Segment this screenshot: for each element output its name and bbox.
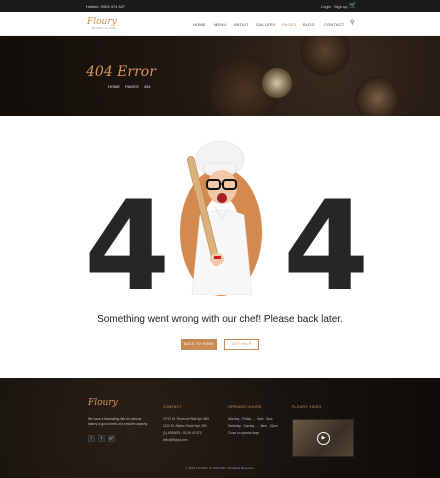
footer-contact-line: 37/13 St. Revenue Wall Apt. 883 bbox=[163, 417, 209, 421]
nav-item-pages[interactable]: PAGES bbox=[282, 22, 297, 27]
get-help-button[interactable]: GET HELP bbox=[224, 339, 259, 350]
footer-contact-line: (1) 4390675 - 90 59 43 573 bbox=[163, 431, 202, 435]
page-header-banner: 404 Error HOME PAGES 404 bbox=[0, 36, 440, 116]
decor-bowl bbox=[300, 36, 350, 76]
footer-contact-line: 1120 St. Statue Grace Apt. 990 bbox=[163, 424, 207, 428]
nav-item-gallery[interactable]: GALLERY bbox=[256, 22, 276, 27]
footer-video-thumbnail[interactable]: ▶ bbox=[292, 419, 354, 457]
site-logo[interactable]: Floury bbox=[87, 17, 117, 27]
error-digit-left: 4 bbox=[84, 175, 170, 319]
search-icon[interactable]: ⚲ bbox=[350, 19, 354, 26]
nav-item-blog[interactable]: BLOG bbox=[303, 22, 315, 27]
facebook-icon[interactable]: f bbox=[88, 435, 95, 442]
footer-about-text: We have a fascinating flair for various … bbox=[88, 417, 148, 426]
back-to-home-button[interactable]: BACK TO HOME bbox=[181, 339, 217, 350]
login-link[interactable]: Login bbox=[321, 4, 331, 9]
cart-icon[interactable]: 🛒 bbox=[349, 2, 356, 9]
chef-illustration bbox=[186, 140, 253, 295]
google-plus-icon[interactable]: g+ bbox=[108, 435, 115, 442]
error-digit-right: 4 bbox=[283, 175, 369, 319]
footer-hours-line: Monday - Friday ..... 6am - 9pm bbox=[228, 417, 273, 421]
footer-logo[interactable]: Floury bbox=[88, 398, 118, 408]
footer-hours-line: Close on special days bbox=[228, 431, 260, 435]
signup-link[interactable]: Sign up bbox=[334, 4, 348, 9]
breadcrumb: HOME PAGES 404 bbox=[108, 84, 154, 89]
main-navigation: Floury BAKERY & CAFE HOME MENU ABOUT GAL… bbox=[0, 12, 440, 36]
decor-bowl bbox=[262, 68, 292, 98]
footer-contact-heading: CONTACT bbox=[163, 405, 182, 409]
footer-video-heading: FLOURY VIDEO bbox=[292, 405, 322, 409]
page-title: 404 Error bbox=[86, 64, 156, 80]
decor-bowl bbox=[355, 76, 400, 116]
nav-item-menu[interactable]: MENU bbox=[214, 22, 227, 27]
breadcrumb-current: 404 bbox=[143, 84, 151, 89]
nav-item-contact[interactable]: CONTACT bbox=[324, 22, 344, 27]
footer-hours-heading: OPENING HOURS bbox=[228, 405, 262, 409]
site-footer: Floury We have a fascinating flair for v… bbox=[0, 378, 440, 478]
breadcrumb-pages[interactable]: PAGES bbox=[125, 84, 139, 89]
nav-item-home[interactable]: HOME bbox=[193, 22, 206, 27]
play-icon[interactable]: ▶ bbox=[317, 432, 330, 445]
logo-tagline: BAKERY & CAFE bbox=[92, 27, 116, 30]
nav-item-about[interactable]: ABOUT bbox=[234, 22, 249, 27]
top-bar: Hotline: 0904 474 627 Login Sign up 🛒 bbox=[0, 0, 440, 12]
twitter-icon[interactable]: t bbox=[98, 435, 105, 442]
error-message: Something went wrong with our chef! Plea… bbox=[97, 314, 343, 325]
footer-hours-line: Saturday - Sunday ..... 8am - 10pm bbox=[228, 424, 278, 428]
footer-contact-line[interactable]: hello@floury.com bbox=[163, 438, 187, 442]
breadcrumb-home[interactable]: HOME bbox=[108, 84, 120, 89]
hotline-text: Hotline: 0904 474 627 bbox=[86, 4, 126, 9]
copyright-text: © 2016 FLOURY by SNUGBO. All Rights Rese… bbox=[185, 466, 255, 470]
